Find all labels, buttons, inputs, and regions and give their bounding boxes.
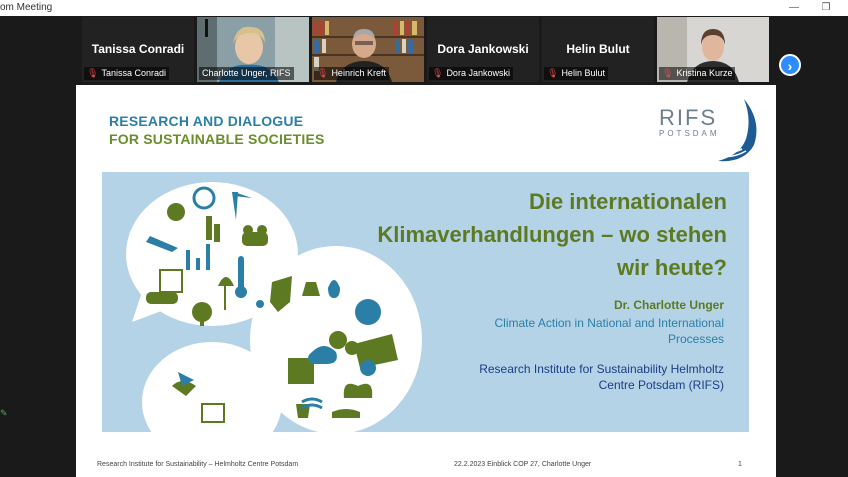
muted-mic-icon: 🎙 bbox=[662, 68, 674, 78]
institute-line-2: Centre Potsdam (RIFS) bbox=[598, 378, 724, 392]
participant-tile[interactable]: Dora Jankowski 🎙 Dora Jankowski bbox=[427, 17, 539, 82]
participant-name: Kristina Kurze bbox=[676, 68, 733, 78]
participant-label: 🎙 Dora Jankowski bbox=[429, 67, 513, 80]
participant-name: Dora Jankowski bbox=[446, 68, 510, 78]
headline-line-1: Die internationalen bbox=[528, 189, 727, 214]
presenter-role: Climate Action in National and Internati… bbox=[424, 315, 724, 347]
slide-footer-left: Research Institute for Sustainability – … bbox=[97, 461, 299, 468]
participant-tile[interactable]: 🎙 Kristina Kurze bbox=[657, 17, 769, 82]
participant-name: Charlotte Unger, RIFS bbox=[202, 68, 291, 78]
participant-tile[interactable]: 🎙 Heinrich Kreft bbox=[312, 17, 424, 82]
participant-gallery: Tanissa Conradi 🎙 Tanissa Conradi Charlot… bbox=[0, 16, 848, 84]
shared-slide: RESEARCH AND DIALOGUE FOR SUSTAINABLE SO… bbox=[76, 85, 776, 477]
participant-name-placeholder: Tanissa Conradi bbox=[91, 42, 185, 56]
participant-name: Heinrich Kreft bbox=[331, 68, 386, 78]
participant-tile[interactable]: Helin Bulut 🎙 Helin Bulut bbox=[542, 17, 654, 82]
window-titlebar: om Meeting — ❐ bbox=[0, 0, 848, 16]
annotation-toolbar-icon[interactable]: ✎ bbox=[0, 408, 8, 420]
participant-label: 🎙 Kristina Kurze bbox=[659, 67, 736, 80]
muted-mic-icon: 🎙 bbox=[432, 68, 444, 78]
muted-mic-icon: 🎙 bbox=[317, 68, 329, 78]
brand-line-2: FOR SUSTAINABLE SOCIETIES bbox=[109, 131, 325, 147]
participant-tile[interactable]: Tanissa Conradi 🎙 Tanissa Conradi bbox=[82, 17, 194, 82]
slide-footer-center: 22.2.2023 Einblick COP 27, Charlotte Ung… bbox=[454, 461, 592, 468]
participant-name-placeholder: Dora Jankowski bbox=[437, 42, 529, 56]
slide-page-number: 1 bbox=[738, 461, 742, 468]
participant-label: 🎙 Helin Bulut bbox=[544, 67, 608, 80]
participant-name: Tanissa Conradi bbox=[101, 68, 166, 78]
headline-line-3: wir heute? bbox=[616, 255, 727, 280]
participant-tile-speaking[interactable]: Charlotte Unger, RIFS bbox=[197, 17, 309, 82]
window-title: om Meeting bbox=[0, 2, 53, 13]
participant-label: Charlotte Unger, RIFS bbox=[199, 67, 294, 80]
minimize-button[interactable]: — bbox=[782, 0, 806, 16]
muted-mic-icon: 🎙 bbox=[547, 68, 559, 78]
participant-label: 🎙 Heinrich Kreft bbox=[314, 67, 389, 80]
presenter-name: Dr. Charlotte Unger bbox=[613, 298, 724, 312]
headline-line-2: Klimaverhandlungen – wo stehen bbox=[377, 222, 727, 247]
participant-name: Helin Bulut bbox=[561, 68, 605, 78]
institute-line-1: Research Institute for Sustainability He… bbox=[479, 362, 724, 376]
role-line-1: Climate Action in National and Internati… bbox=[494, 316, 724, 330]
muted-mic-icon: 🎙 bbox=[87, 68, 99, 78]
participant-label: 🎙 Tanissa Conradi bbox=[84, 67, 169, 80]
role-line-2: Processes bbox=[667, 332, 724, 346]
brand-line-1: RESEARCH AND DIALOGUE bbox=[109, 113, 304, 129]
participant-name-placeholder: Helin Bulut bbox=[566, 42, 630, 56]
slide-headline: Die internationalen Klimaverhandlungen –… bbox=[322, 185, 727, 284]
title-panel: Die internationalen Klimaverhandlungen –… bbox=[102, 172, 749, 432]
restore-button[interactable]: ❐ bbox=[814, 0, 838, 16]
rifs-wave-logo bbox=[709, 99, 757, 162]
presenter-institute: Research Institute for Sustainability He… bbox=[424, 361, 724, 393]
next-page-button[interactable]: › bbox=[779, 54, 801, 76]
